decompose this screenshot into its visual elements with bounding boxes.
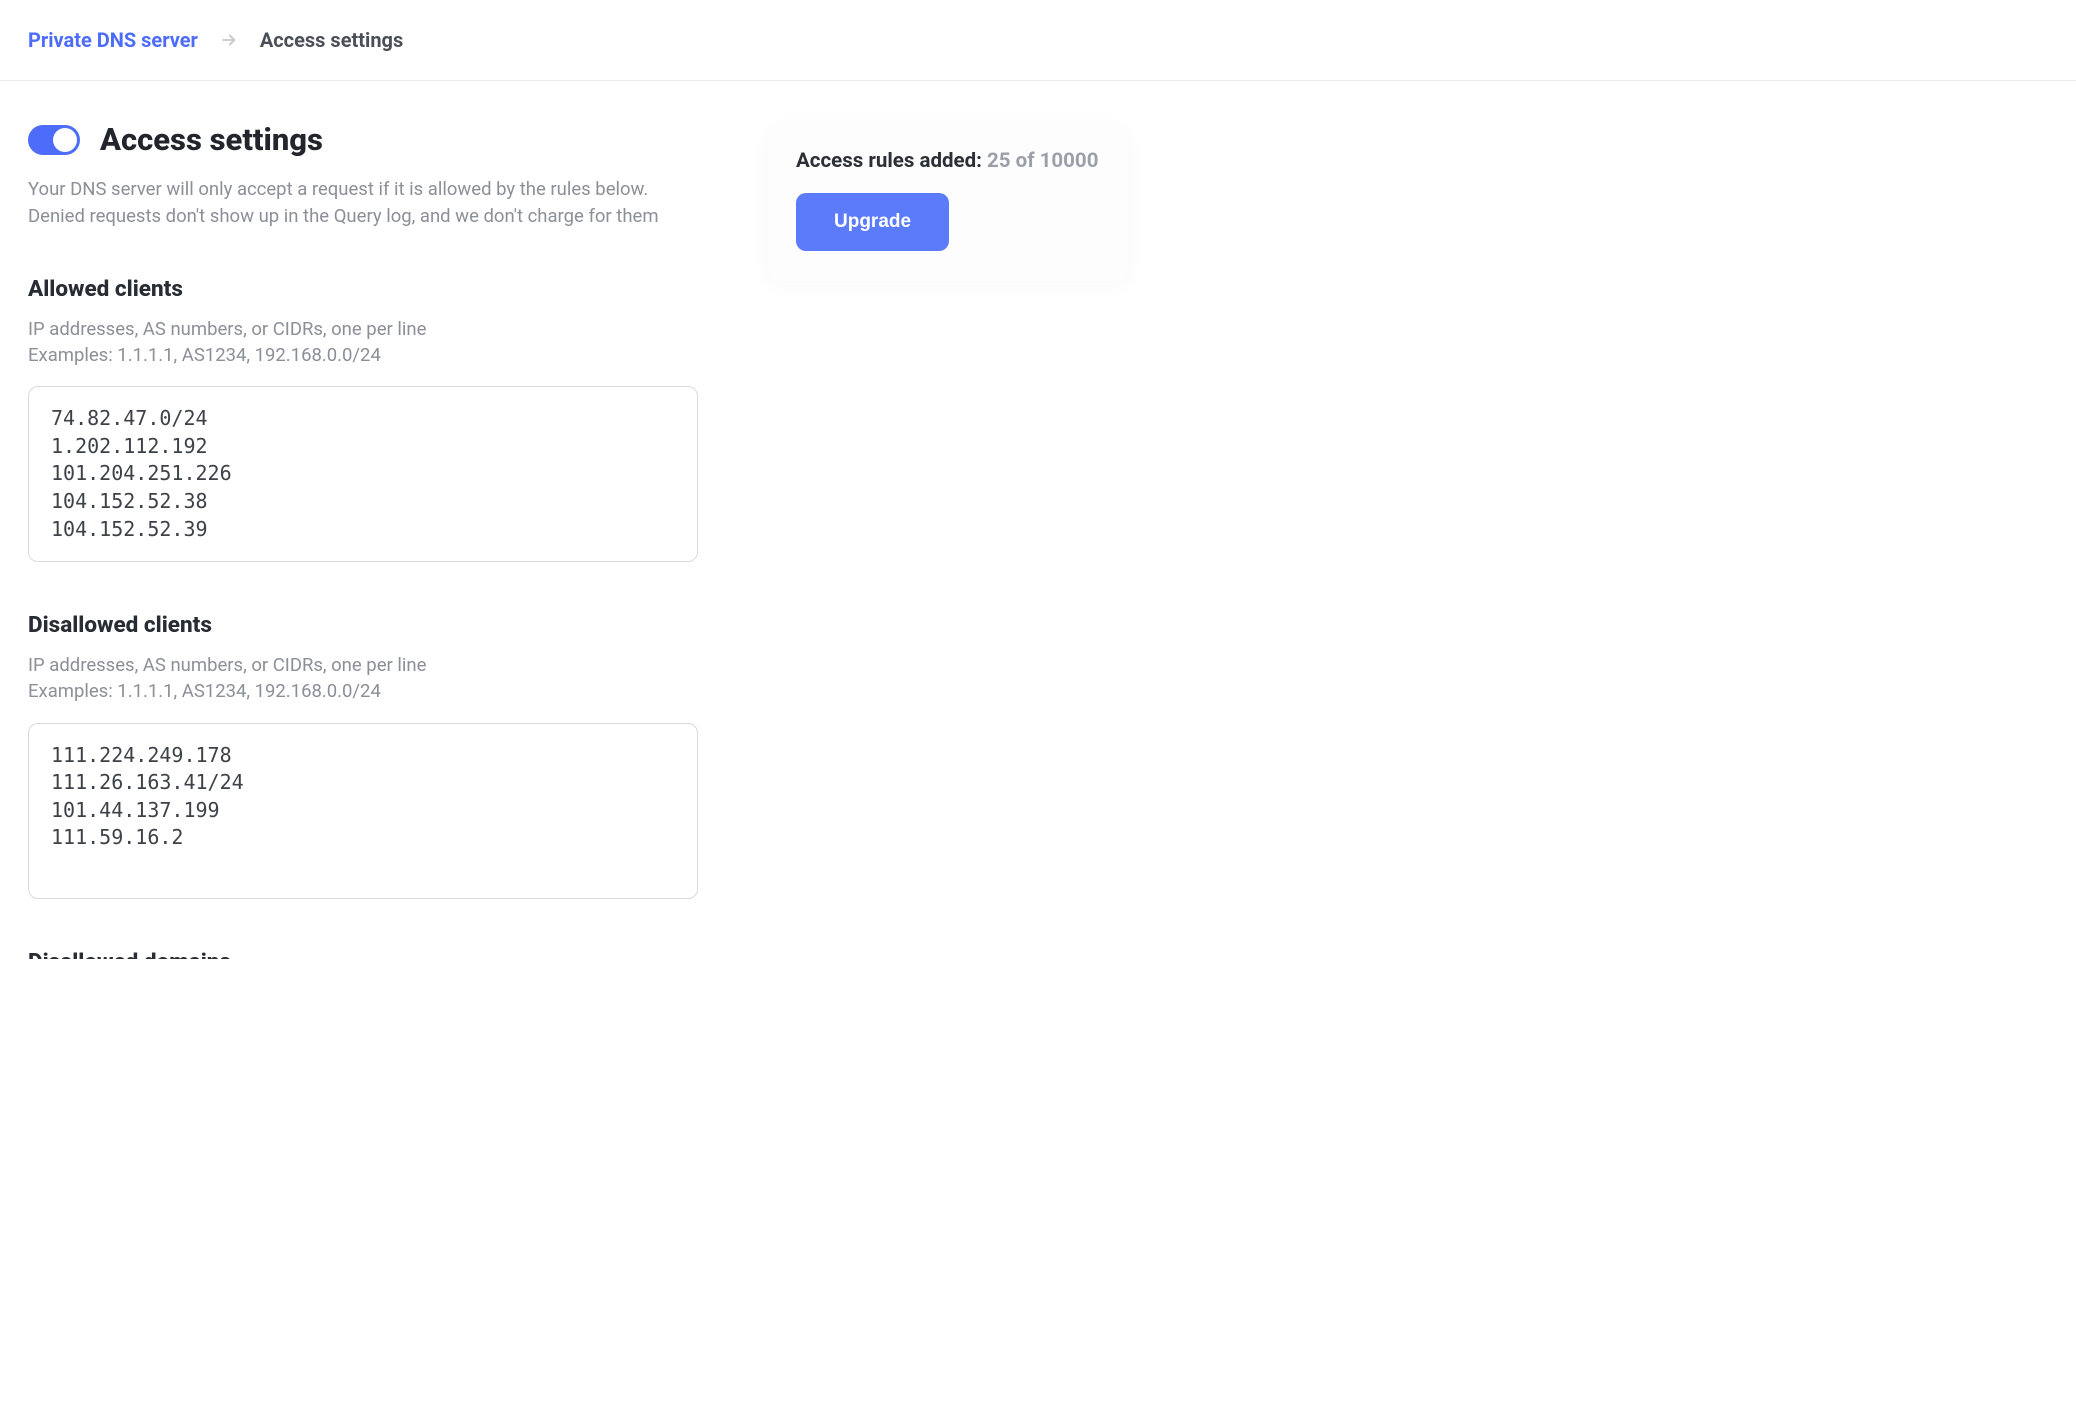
disallowed-hint-line1: IP addresses, AS numbers, or CIDRs, one … — [28, 654, 426, 676]
access-settings-toggle[interactable] — [28, 125, 80, 155]
breadcrumb-arrow-icon — [220, 31, 238, 49]
allowed-clients-title: Allowed clients — [28, 276, 728, 302]
breadcrumb: Private DNS server Access settings — [0, 0, 2076, 81]
allowed-clients-textarea[interactable] — [28, 386, 698, 562]
disallowed-clients-hint: IP addresses, AS numbers, or CIDRs, one … — [28, 652, 728, 705]
disallowed-clients-section: Disallowed clients IP addresses, AS numb… — [28, 612, 728, 899]
access-rules-label: Access rules added: 25 of 10000 — [796, 149, 1100, 173]
access-rules-label-text: Access rules added: — [796, 149, 982, 173]
allowed-clients-hint: IP addresses, AS numbers, or CIDRs, one … — [28, 316, 728, 369]
page-title: Access settings — [100, 121, 323, 158]
breadcrumb-root-link[interactable]: Private DNS server — [28, 28, 198, 52]
disallowed-domains-section: Disallowed domains — [28, 949, 728, 959]
breadcrumb-current: Access settings — [260, 28, 403, 52]
toggle-knob-icon — [53, 128, 77, 152]
disallowed-hint-line2: Examples: 1.1.1.1, AS1234, 192.168.0.0/2… — [28, 680, 381, 702]
page-description-line2: Denied requests don't show up in the Que… — [28, 205, 659, 227]
page-description-line1: Your DNS server will only accept a reque… — [28, 178, 648, 200]
allowed-hint-line2: Examples: 1.1.1.1, AS1234, 192.168.0.0/2… — [28, 344, 381, 366]
access-rules-card: Access rules added: 25 of 10000 Upgrade — [768, 121, 1128, 281]
disallowed-clients-title: Disallowed clients — [28, 612, 728, 638]
page-description: Your DNS server will only accept a reque… — [28, 176, 728, 230]
allowed-clients-section: Allowed clients IP addresses, AS numbers… — [28, 276, 728, 563]
disallowed-domains-title: Disallowed domains — [28, 949, 728, 959]
access-rules-count: 25 of 10000 — [987, 149, 1098, 173]
disallowed-clients-textarea[interactable] — [28, 723, 698, 899]
upgrade-button[interactable]: Upgrade — [796, 193, 949, 251]
allowed-hint-line1: IP addresses, AS numbers, or CIDRs, one … — [28, 318, 426, 340]
